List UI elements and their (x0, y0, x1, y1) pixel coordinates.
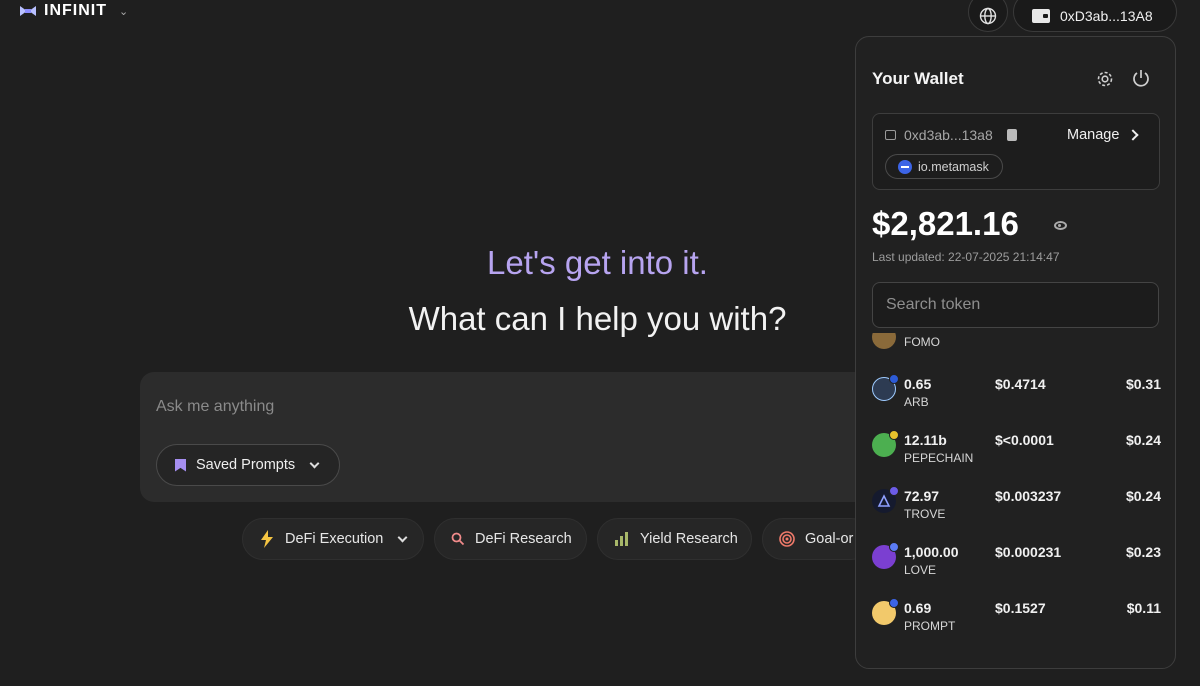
chain-badge-icon (889, 542, 899, 552)
token-price: $0.1527 (995, 600, 1046, 616)
provider-icon (898, 159, 912, 174)
eye-icon[interactable] (1054, 221, 1067, 230)
token-search-input[interactable] (872, 282, 1159, 328)
last-updated: Last updated: 22-07-2025 21:14:47 (872, 250, 1060, 264)
wallet-address-button[interactable]: 0xD3ab...13A8 (1013, 0, 1177, 32)
token-amount: 72.97 (904, 488, 940, 504)
token-value: $0.11 (1126, 600, 1161, 616)
token-icon (872, 333, 896, 349)
prompt-input[interactable] (156, 398, 756, 416)
infinit-logo-icon (20, 6, 36, 16)
token-price: $0.003237 (995, 488, 1062, 504)
token-price: $<0.0001 (995, 432, 1054, 448)
token-price: $0.4714 (995, 376, 1046, 392)
token-amount: 0.69 (904, 600, 932, 616)
power-icon[interactable] (1131, 68, 1151, 88)
chip-defi-execution[interactable]: DeFi Execution (242, 518, 424, 560)
token-row[interactable]: 0.69 PROMPT $0.1527 $0.11 (856, 597, 1175, 653)
chip-label: DeFi Execution (285, 531, 384, 547)
manage-button[interactable]: Manage (1067, 127, 1140, 143)
account-card: 0xd3ab...13a8 Manage io.metamask (872, 113, 1160, 190)
app-logo[interactable]: INFINIT ⌄ (18, 0, 128, 22)
chip-defi-research[interactable]: DeFi Research (434, 518, 587, 560)
token-row[interactable]: 12.11b PEPECHAIN $<0.0001 $0.24 (856, 429, 1175, 485)
token-value: $0.24 (1125, 488, 1161, 504)
token-value: $0.31 (1125, 376, 1161, 392)
saved-prompts-button[interactable]: Saved Prompts (156, 444, 340, 486)
bar-chart-icon (615, 532, 628, 546)
chain-badge-icon (889, 374, 899, 384)
wallet-balance: $2,821.16 (872, 205, 1019, 242)
account-address-row: 0xd3ab...13a8 (885, 127, 1017, 143)
chip-yield-research[interactable]: Yield Research (597, 518, 752, 560)
chevron-right-icon (1127, 129, 1140, 141)
manage-label: Manage (1067, 127, 1120, 143)
token-symbol: ARB (904, 395, 929, 409)
account-address: 0xd3ab...13a8 (904, 127, 993, 143)
chip-label: Yield Research (640, 531, 738, 547)
token-row[interactable]: 1,000.00 LOVE $0.000231 $0.23 (856, 541, 1175, 597)
chip-label: DeFi Research (475, 531, 572, 547)
language-button[interactable] (968, 0, 1008, 32)
chevron-down-icon (309, 458, 320, 468)
token-amount: 1,000.00 (904, 544, 959, 560)
token-symbol: FOMO (904, 335, 940, 349)
chain-badge-icon (889, 430, 899, 440)
token-value: $0.23 (1125, 544, 1161, 560)
token-value: $0.24 (1125, 432, 1161, 448)
copy-icon[interactable] (1006, 129, 1017, 141)
gear-icon[interactable] (1095, 69, 1115, 89)
token-row[interactable]: FOMO (856, 333, 1175, 377)
wallet-icon (1032, 9, 1050, 23)
saved-prompts-label: Saved Prompts (196, 457, 296, 473)
wallet-panel-title: Your Wallet (872, 69, 964, 88)
wallet-address-label: 0xD3ab...13A8 (1060, 8, 1153, 24)
token-amount: 0.65 (904, 376, 932, 392)
token-amount: 12.11b (904, 432, 947, 448)
token-symbol: TROVE (904, 507, 946, 521)
app-name: INFINIT (44, 2, 107, 19)
wallet-icon (885, 130, 896, 140)
token-row[interactable]: 72.97 TROVE $0.003237 $0.24 (856, 485, 1175, 541)
chain-badge-icon (889, 598, 899, 608)
search-icon (451, 532, 465, 546)
token-symbol: PEPECHAIN (904, 451, 974, 465)
chevron-down-icon[interactable]: ⌄ (119, 5, 128, 18)
provider-name: io.metamask (918, 159, 989, 174)
token-symbol: PROMPT (904, 619, 956, 633)
lightning-icon (261, 530, 273, 548)
token-price: $0.000231 (995, 544, 1062, 560)
prompt-box: Saved Prompts (140, 372, 900, 502)
target-icon (779, 531, 795, 547)
provider-badge: io.metamask (885, 154, 1003, 179)
chip-label: Goal-or (805, 531, 854, 547)
chain-badge-icon (889, 486, 899, 496)
token-list[interactable]: FOMO 0.65 ARB $0.4714 $0.31 12.11b PEPEC… (856, 333, 1175, 668)
token-row[interactable]: 0.65 ARB $0.4714 $0.31 (856, 373, 1175, 429)
wallet-panel: Your Wallet 0xd3ab...13a8 Manage io.meta… (855, 36, 1176, 669)
globe-icon (979, 7, 997, 25)
token-symbol: LOVE (904, 563, 937, 577)
chevron-down-icon (397, 532, 408, 542)
bookmark-icon (175, 458, 186, 472)
